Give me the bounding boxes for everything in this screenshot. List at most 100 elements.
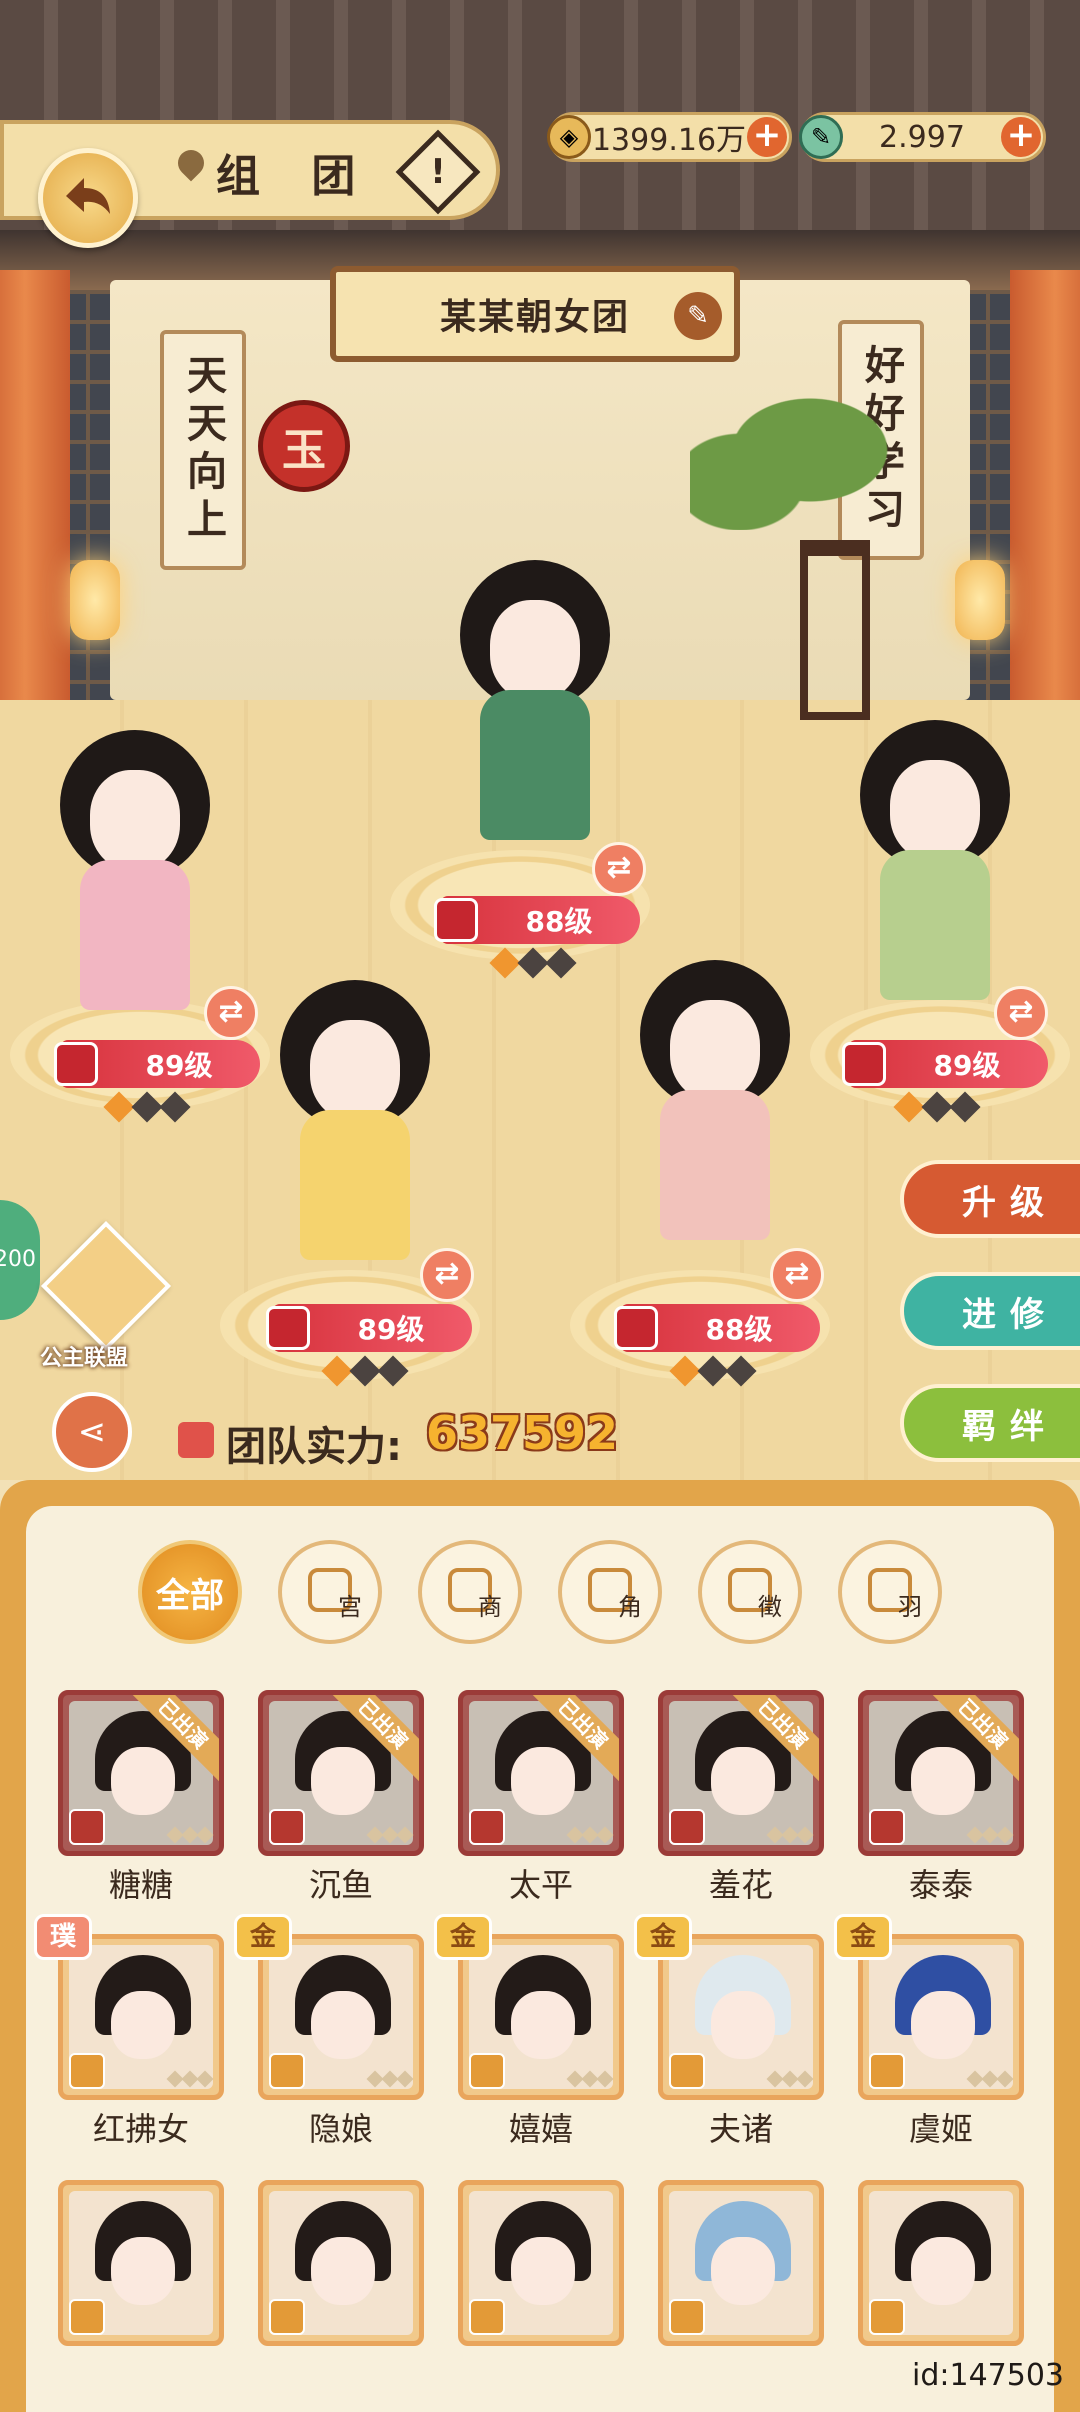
instrument-icon xyxy=(434,898,478,942)
star-rating xyxy=(766,1826,814,1844)
star-rating xyxy=(566,2070,614,2088)
filter-zhi[interactable]: 徵 xyxy=(698,1540,802,1644)
rank-badge: 璞 xyxy=(34,1914,92,1960)
character-name: 沉鱼 xyxy=(308,1866,373,1904)
banner-left: 天天向上 xyxy=(160,330,246,570)
character-card[interactable]: 已出演 xyxy=(658,1690,824,1856)
level-tag: 88级 xyxy=(434,896,640,944)
rank-badge: 金 xyxy=(834,1914,892,1960)
star-rating xyxy=(966,1826,1014,1844)
swap-icon[interactable]: ⇄ xyxy=(770,1248,824,1302)
jade-icon: ✎ xyxy=(799,115,843,159)
filter-shang[interactable]: 商 xyxy=(418,1540,522,1644)
instrument-icon xyxy=(69,2299,105,2335)
filter-gong[interactable]: 宫 xyxy=(278,1540,382,1644)
star-rating xyxy=(321,1355,409,1387)
character-name: 红拂女 xyxy=(92,2110,189,2148)
level-tag: 89级 xyxy=(266,1304,472,1352)
filter-all[interactable]: 全部 xyxy=(138,1540,242,1644)
character-card[interactable] xyxy=(658,2180,824,2346)
share-icon: ⋖ xyxy=(77,1412,107,1452)
filter-label: 角 xyxy=(618,1593,642,1621)
star-rating xyxy=(893,1091,981,1123)
character-card[interactable] xyxy=(258,2180,424,2346)
swap-icon[interactable]: ⇄ xyxy=(994,986,1048,1040)
instrument-icon xyxy=(269,2053,305,2089)
star-rating xyxy=(489,947,577,979)
filter-label: 徵 xyxy=(758,1593,782,1621)
member-level: 88级 xyxy=(525,905,593,938)
filter-label: 羽 xyxy=(898,1593,922,1621)
star-rating xyxy=(766,2070,814,2088)
instrument-icon xyxy=(669,2053,705,2089)
character-name: 虞姬 xyxy=(908,2110,973,2148)
swap-icon[interactable]: ⇄ xyxy=(204,986,258,1040)
add-copper-button[interactable]: + xyxy=(747,117,787,157)
instrument-icon xyxy=(469,1809,505,1845)
upgrade-button[interactable]: 升级 xyxy=(900,1160,1080,1238)
star-rating xyxy=(669,1355,757,1387)
star-rating xyxy=(166,1826,214,1844)
back-arrow-icon xyxy=(66,178,110,214)
character-card[interactable]: 已出演 xyxy=(258,1690,424,1856)
bond-button[interactable]: 羁绊 xyxy=(900,1384,1080,1462)
character-card[interactable]: 已出演 xyxy=(58,1690,224,1856)
lantern-icon xyxy=(955,560,1005,640)
edit-name-button[interactable]: ✎ xyxy=(674,292,722,340)
star-rating xyxy=(166,2070,214,2088)
character-name: 太平 xyxy=(508,1866,573,1904)
member-level: 89级 xyxy=(933,1049,1001,1082)
instrument-icon xyxy=(869,1809,905,1845)
jade-currency: ✎ 2.997 + xyxy=(799,112,1046,162)
character-card[interactable] xyxy=(458,2180,624,2346)
star-rating xyxy=(566,1826,614,1844)
user-id: id:147503 xyxy=(912,2358,1065,2393)
filter-jue[interactable]: 角 xyxy=(558,1540,662,1644)
rank-badge: 金 xyxy=(234,1914,292,1960)
member-level: 88级 xyxy=(705,1313,773,1346)
character-card[interactable] xyxy=(58,2180,224,2346)
star-rating xyxy=(366,2070,414,2088)
team-power-label: 团队实力: xyxy=(226,1424,402,1470)
share-button[interactable]: ⋖ xyxy=(52,1392,132,1472)
team-power-value: 637592 xyxy=(426,1406,619,1460)
instrument-icon xyxy=(669,2299,705,2335)
instrument-icon xyxy=(54,1042,98,1086)
copper-currency: ◈ 1399.16万 + xyxy=(547,112,792,162)
team-name-plaque: 某某朝女团 ✎ xyxy=(330,266,740,362)
rank-badge: 金 xyxy=(634,1914,692,1960)
character-name: 羞花 xyxy=(708,1866,773,1904)
filter-label: 商 xyxy=(478,1593,502,1621)
instrument-icon xyxy=(669,1809,705,1845)
instrument-icon xyxy=(269,2299,305,2335)
instrument-icon xyxy=(266,1306,310,1350)
team-name: 某某朝女团 xyxy=(439,297,630,338)
instrument-icon xyxy=(869,2053,905,2089)
add-jade-button[interactable]: + xyxy=(1001,117,1041,157)
instrument-icon xyxy=(842,1042,886,1086)
filter-yu[interactable]: 羽 xyxy=(838,1540,942,1644)
brush-icon: ✎ xyxy=(687,301,709,331)
member-level: 89级 xyxy=(357,1313,425,1346)
filter-label: 全部 xyxy=(156,1575,224,1616)
advance-button[interactable]: 进修 xyxy=(900,1272,1080,1350)
swap-icon[interactable]: ⇄ xyxy=(420,1248,474,1302)
page-title: 组 团 xyxy=(216,151,374,202)
swap-icon[interactable]: ⇄ xyxy=(592,842,646,896)
instrument-icon xyxy=(614,1306,658,1350)
member-level: 89级 xyxy=(145,1049,213,1082)
help-icon: ! xyxy=(430,152,446,192)
rank-seal: 玉 xyxy=(258,400,350,492)
instrument-icon xyxy=(269,1809,305,1845)
level-tag: 88级 xyxy=(614,1304,820,1352)
character-card[interactable]: 已出演 xyxy=(458,1690,624,1856)
instrument-icon xyxy=(869,2299,905,2335)
back-button[interactable] xyxy=(38,148,138,248)
character-card[interactable]: 已出演 xyxy=(858,1690,1024,1856)
princess-alliance-label: 公主联盟 xyxy=(40,1346,129,1371)
character-name: 糖糖 xyxy=(108,1866,173,1904)
character-card[interactable] xyxy=(858,2180,1024,2346)
character-name: 隐娘 xyxy=(308,2110,373,2148)
rank-badge: 金 xyxy=(434,1914,492,1960)
plant-stand xyxy=(800,540,870,720)
